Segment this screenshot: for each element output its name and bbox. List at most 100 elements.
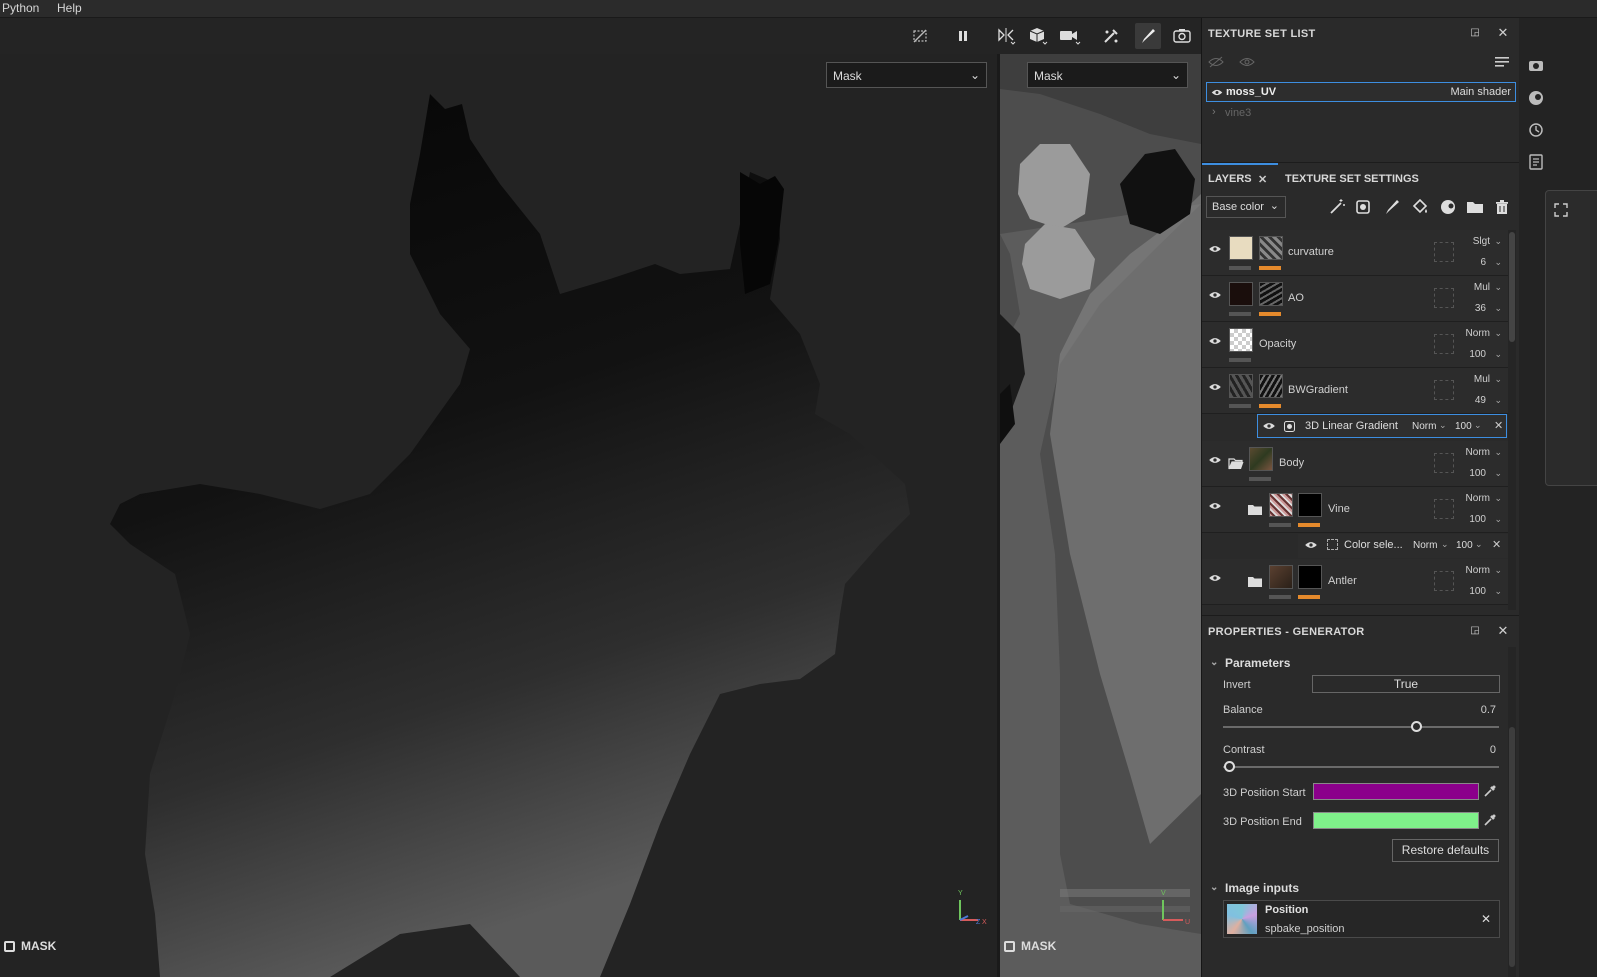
chevron-down-icon[interactable]: ⌄: [1494, 514, 1502, 525]
shader-settings-icon[interactable]: [1528, 90, 1544, 106]
eye-icon[interactable]: [1208, 382, 1222, 392]
layer-opacity[interactable]: 100: [1469, 349, 1486, 360]
layer-ops-box[interactable]: [1434, 499, 1454, 519]
layer-row-body[interactable]: Body Norm ⌄ 100 ⌄: [1202, 441, 1508, 487]
chevron-down-icon[interactable]: ⌄: [1494, 303, 1502, 314]
log-icon[interactable]: [1528, 154, 1544, 170]
viewport-3d-channel-select[interactable]: Mask ⌄: [826, 62, 987, 88]
balance-slider-track[interactable]: [1223, 726, 1499, 728]
layer-mask-thumbnail[interactable]: [1259, 282, 1283, 306]
position-end-color[interactable]: [1313, 812, 1479, 829]
pause-icon[interactable]: [952, 25, 974, 47]
chevron-down-icon[interactable]: ⌄: [1494, 565, 1502, 576]
scrollbar-thumb[interactable]: [1509, 232, 1515, 342]
contrast-slider-track[interactable]: [1223, 766, 1499, 768]
layer-ops-box[interactable]: [1434, 242, 1454, 262]
chevron-down-icon[interactable]: ⌄: [1474, 420, 1482, 431]
layer-row-bwgradient[interactable]: BWGradient Mul ⌄ 49 ⌄: [1202, 368, 1508, 414]
tab-layers[interactable]: LAYERS: [1208, 173, 1252, 185]
layer-mask-thumbnail[interactable]: [1298, 493, 1322, 517]
layer-row-opacity[interactable]: Opacity Norm ⌄ 100 ⌄: [1202, 322, 1508, 368]
chevron-down-icon[interactable]: ⌄: [1494, 328, 1502, 339]
effect-opacity[interactable]: 100: [1456, 540, 1473, 551]
image-inputs-section-title[interactable]: Image inputs: [1225, 881, 1299, 895]
close-tab-icon[interactable]: ✕: [1258, 173, 1267, 186]
float-panel-icon[interactable]: ◲: [1468, 624, 1482, 638]
invert-toggle[interactable]: True: [1312, 675, 1500, 693]
chevron-down-icon[interactable]: ⌄: [1494, 282, 1502, 293]
eye-icon[interactable]: [1208, 455, 1222, 465]
texture-set-vine3[interactable]: › vine3: [1206, 103, 1516, 123]
add-paint-layer-icon[interactable]: [1383, 198, 1401, 216]
add-effect-icon[interactable]: [1328, 198, 1346, 216]
screenshot-icon[interactable]: [1171, 25, 1193, 47]
parameters-section-title[interactable]: Parameters: [1225, 656, 1290, 670]
layer-mask-thumbnail[interactable]: [1259, 374, 1283, 398]
layer-ops-box[interactable]: [1434, 288, 1454, 308]
chevron-down-icon[interactable]: ⌄: [1210, 657, 1218, 668]
layer-ops-box[interactable]: [1434, 334, 1454, 354]
effect-row-color-selection[interactable]: Color sele... Norm ⌄ 100 ⌄ ✕: [1298, 534, 1508, 558]
add-smart-material-icon[interactable]: [1439, 198, 1457, 216]
layer-opacity[interactable]: 100: [1469, 468, 1486, 479]
chevron-right-icon[interactable]: ›: [1212, 106, 1216, 118]
chevron-down-icon[interactable]: ⌄: [1494, 257, 1502, 268]
chevron-down-icon[interactable]: ⌄: [1494, 395, 1502, 406]
balance-value[interactable]: 0.7: [1462, 704, 1496, 716]
tab-texture-set-settings[interactable]: TEXTURE SET SETTINGS: [1285, 173, 1419, 185]
eye-icon[interactable]: [1208, 501, 1222, 511]
layer-opacity[interactable]: 100: [1469, 514, 1486, 525]
delete-icon[interactable]: [1493, 198, 1511, 216]
display-settings-icon[interactable]: [1528, 58, 1544, 74]
chevron-down-icon[interactable]: ⌄: [1441, 539, 1449, 550]
chevron-down-icon[interactable]: ⌄: [1494, 447, 1502, 458]
eye-icon[interactable]: [1208, 573, 1222, 583]
layer-blend-mode[interactable]: Norm: [1466, 447, 1490, 458]
layer-ops-box[interactable]: [1434, 571, 1454, 591]
layer-blend-mode[interactable]: Mul: [1474, 374, 1490, 385]
add-fill-layer-icon[interactable]: [1411, 198, 1429, 216]
add-mask-icon[interactable]: [1355, 198, 1373, 216]
chevron-down-icon[interactable]: ⌄: [1494, 586, 1502, 597]
eye-icon[interactable]: [1208, 336, 1222, 346]
eyedropper-icon[interactable]: [1483, 784, 1497, 798]
chevron-down-icon[interactable]: ⌄: [1494, 374, 1502, 385]
effect-blend-mode[interactable]: Norm: [1412, 421, 1436, 432]
add-folder-icon[interactable]: [1466, 198, 1484, 216]
chevron-down-icon[interactable]: ⌄: [1439, 420, 1447, 431]
eye-icon[interactable]: [1208, 290, 1222, 300]
close-icon[interactable]: ✕: [1496, 624, 1510, 638]
viewport-2d-channel-select[interactable]: Mask ⌄: [1027, 62, 1188, 88]
remove-effect-icon[interactable]: ✕: [1494, 419, 1503, 432]
expand-icon[interactable]: [1554, 203, 1568, 217]
layer-ops-box[interactable]: [1434, 453, 1454, 473]
restore-defaults-button[interactable]: Restore defaults: [1392, 839, 1499, 862]
layer-blend-mode[interactable]: Norm: [1466, 493, 1490, 504]
camera-icon[interactable]: [1059, 25, 1081, 47]
menu-help[interactable]: Help: [57, 1, 82, 15]
texture-set-moss-uv[interactable]: moss_UV Main shader: [1206, 82, 1516, 102]
effect-row-3d-linear-gradient[interactable]: 3D Linear Gradient Norm ⌄ 100 ⌄ ✕: [1257, 414, 1507, 438]
viewport-2d[interactable]: Mask ⌄ V U MASK: [1000, 54, 1201, 977]
channel-select[interactable]: Base color ⌄: [1206, 196, 1286, 218]
effect-opacity[interactable]: 100: [1455, 421, 1472, 432]
effect-blend-mode[interactable]: Norm: [1413, 540, 1437, 551]
cube-icon[interactable]: [1027, 25, 1049, 47]
eyedropper-icon[interactable]: [1483, 813, 1497, 827]
chevron-down-icon[interactable]: ⌄: [1494, 468, 1502, 479]
chevron-down-icon[interactable]: ⌄: [1475, 539, 1483, 550]
layer-mask-thumbnail[interactable]: [1298, 565, 1322, 589]
menu-python[interactable]: Python: [2, 1, 39, 15]
contrast-value[interactable]: 0: [1462, 744, 1496, 756]
eye-off-icon[interactable]: [1208, 56, 1224, 68]
remove-effect-icon[interactable]: ✕: [1492, 538, 1501, 551]
layer-opacity[interactable]: 36: [1475, 303, 1486, 314]
eye-icon[interactable]: [1304, 540, 1318, 550]
symmetry-icon[interactable]: [995, 25, 1017, 47]
brush-settings-icon[interactable]: [1100, 25, 1122, 47]
remove-input-icon[interactable]: ✕: [1481, 912, 1491, 926]
texture-set-shader[interactable]: Main shader: [1450, 86, 1511, 98]
layer-row-vine[interactable]: Vine Norm ⌄ 100 ⌄: [1202, 487, 1508, 533]
chevron-down-icon[interactable]: ⌄: [1494, 236, 1502, 247]
chevron-down-icon[interactable]: ⌄: [1494, 493, 1502, 504]
